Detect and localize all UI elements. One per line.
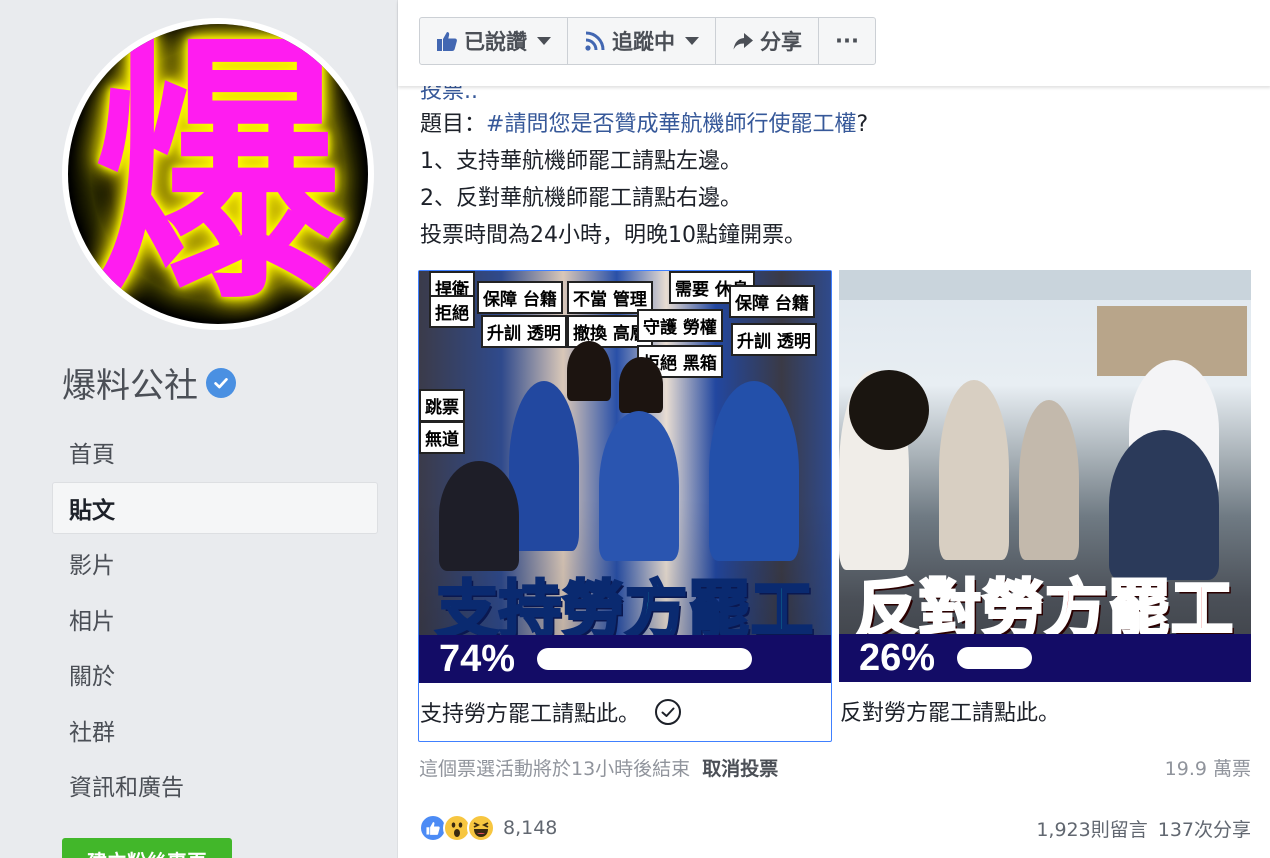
rss-icon [585, 31, 605, 51]
page-avatar[interactable]: 爆 [62, 18, 374, 330]
chevron-down-icon [537, 37, 551, 45]
protester [619, 357, 663, 413]
post-question: 題目：#請問您是否贊成華航機師行使罷工權? [420, 106, 868, 143]
poll-option-text: 支持勞方罷工請點此。 [420, 702, 641, 727]
nav-item-about[interactable]: 關於 [52, 648, 378, 700]
post-line-1: 1、支持華航機師罷工請點左邊。 [420, 149, 742, 174]
protester [509, 381, 579, 551]
nav-item-label: 社群 [69, 719, 115, 746]
more-icon: ··· [835, 29, 859, 53]
page-actions: 已說讚 追蹤中 分享 ··· [419, 17, 876, 65]
passenger [939, 380, 1009, 560]
question-prefix: 題目： [420, 112, 487, 137]
post-panel: 已說讚 追蹤中 分享 ··· 投票.. 題目：#請問您是否贊成華航機師行使罷工權… [397, 0, 1270, 858]
check-circle-icon [655, 699, 682, 725]
avatar-image: 爆 [68, 24, 368, 324]
nav-item-community[interactable]: 社群 [52, 704, 378, 756]
poll-option-image: 反對勞方罷工 26% [839, 270, 1251, 682]
liked-label: 已說讚 [464, 30, 527, 54]
poll-result-bar: 26% [839, 634, 1251, 682]
protester [599, 411, 679, 561]
haha-reaction-icon[interactable] [467, 814, 495, 842]
nav-item-label: 貼文 [69, 497, 115, 524]
protest-sign: 保障 台籍 [729, 285, 815, 318]
passenger [1019, 400, 1079, 560]
page-nav: 首頁 貼文 影片 相片 關於 社群 資訊和廣告 [52, 426, 378, 815]
passenger [849, 370, 929, 450]
poll-percent: 26% [859, 636, 936, 679]
poll-option-label: 支持勞方罷工請點此。 [419, 683, 831, 741]
nav-item-posts[interactable]: 貼文 [52, 481, 378, 534]
liked-button[interactable]: 已說讚 [420, 18, 568, 64]
thumbs-up-icon [437, 32, 457, 51]
nav-item-label: 相片 [69, 608, 115, 635]
engagement-stats: 1,923則留言 137次分享 [1036, 815, 1251, 842]
question-suffix: ? [856, 112, 869, 137]
protest-sign: 守護 勞權 [637, 309, 723, 342]
protest-sign: 保障 台籍 [477, 281, 563, 314]
poll-result-bar: 74% [419, 635, 831, 683]
post-line-3: 投票時間為24小時，明晚10點鐘開票。 [420, 223, 806, 248]
page-name-text: 爆料公社 [62, 366, 198, 406]
poll-percent-fill [957, 647, 1032, 669]
question-hashtag-link[interactable]: #請問您是否贊成華航機師行使罷工權 [486, 112, 856, 137]
poll-option-text: 反對勞方罷工請點此。 [840, 701, 1061, 726]
protest-sign: 升訓 透明 [731, 323, 817, 356]
nav-item-label: 關於 [69, 664, 115, 690]
nav-item-label: 首頁 [69, 442, 115, 468]
create-page-button[interactable]: 建立粉絲專頁 [62, 838, 232, 858]
reaction-count[interactable]: 8,148 [503, 817, 557, 839]
share-label: 分享 [760, 30, 802, 54]
nav-item-home[interactable]: 首頁 [52, 426, 378, 478]
poll-status: 這個票選活動將於13小時後結束 [419, 758, 691, 780]
poll-option-support[interactable]: 捍衛 拒絕 保障 台籍 不當 管理 需要 休息 保障 台籍 升訓 透明 撤換 高… [418, 270, 832, 742]
page-title[interactable]: 爆料公社 [62, 358, 236, 407]
poll-option-image: 捍衛 拒絕 保障 台籍 不當 管理 需要 休息 保障 台籍 升訓 透明 撤換 高… [419, 271, 831, 683]
avatar-glyph: 爆 [93, 24, 343, 324]
protester [709, 381, 799, 561]
poll-percent: 74% [439, 637, 516, 680]
reaction-bar: 8,148 1,923則留言 137次分享 [419, 814, 1251, 842]
share-arrow-icon [733, 33, 753, 50]
nav-item-label: 資訊和廣告 [69, 775, 184, 801]
share-button[interactable]: 分享 [716, 18, 819, 64]
more-button[interactable]: ··· [819, 18, 875, 64]
nav-item-photos[interactable]: 相片 [52, 593, 378, 645]
verified-badge-icon [206, 367, 236, 398]
following-button[interactable]: 追蹤中 [568, 18, 716, 64]
following-label: 追蹤中 [612, 30, 675, 54]
poll-percent-fill [537, 648, 752, 670]
cancel-vote-link[interactable]: 取消投票 [702, 754, 778, 781]
post-line-2: 2、反對華航機師罷工請點右邊。 [420, 186, 742, 211]
protest-sign: 無道 [419, 421, 465, 454]
poll-vote-count: 19.9 萬票 [1164, 758, 1251, 780]
protest-sign: 跳票 [419, 389, 465, 422]
poll-option-label: 反對勞方罷工請點此。 [839, 682, 1253, 740]
protester [439, 461, 519, 571]
ceiling [839, 270, 1251, 300]
protest-sign: 拒絕 [429, 295, 475, 328]
nav-item-label: 影片 [69, 553, 115, 579]
protest-sign: 升訓 透明 [481, 315, 567, 348]
poll-option-oppose[interactable]: 反對勞方罷工 26% 反對勞方罷工請點此。 [839, 270, 1253, 740]
protester [567, 341, 611, 401]
poll-footer: 這個票選活動將於13小時後結束 取消投票 19.9 萬票 [419, 754, 1251, 781]
post-body: 投票.. 題目：#請問您是否贊成華航機師行使罷工權? 1、支持華航機師罷工請點左… [420, 82, 868, 254]
page-action-bar: 已說讚 追蹤中 分享 ··· [398, 0, 1270, 86]
chevron-down-icon [685, 37, 699, 45]
share-count-link[interactable]: 137次分享 [1158, 815, 1251, 842]
nav-item-videos[interactable]: 影片 [52, 537, 378, 589]
nav-item-info-ads[interactable]: 資訊和廣告 [52, 759, 378, 811]
comment-count-link[interactable]: 1,923則留言 [1036, 815, 1147, 842]
